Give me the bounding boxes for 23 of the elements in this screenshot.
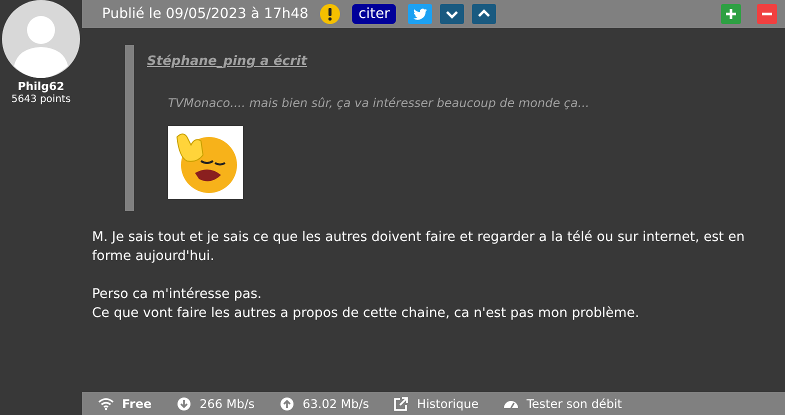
status-label[interactable]: Historique	[417, 394, 479, 412]
chevron-down-icon[interactable]	[440, 4, 464, 24]
status-label[interactable]: 63.02 Mb/s	[302, 394, 370, 412]
warning-icon[interactable]	[320, 4, 340, 24]
quote-author[interactable]: Stéphane_ping a écrit	[147, 45, 605, 72]
status-label: Free	[122, 396, 152, 412]
post-text: Perso ca m'intéresse pas.	[92, 286, 263, 304]
minus-icon[interactable]	[757, 4, 777, 24]
quote-button[interactable]: citer	[352, 4, 396, 24]
status-label[interactable]: 266 Mb/s	[200, 394, 255, 412]
author-name[interactable]: Philg62	[18, 80, 64, 94]
author-points: 5643 points	[11, 94, 71, 106]
publish-date: Publié le 09/05/2023 à 17h48	[102, 4, 308, 24]
post-text: Ce que vont faire les autres a propos de cette chaine, ca n'est pas mon problème.	[92, 305, 640, 323]
avatar-silhouette-icon	[2, 0, 80, 78]
status-label[interactable]: Tester son débit	[526, 394, 622, 412]
quote-text: TVMonaco.... mais bien sûr, ça va intéresser beaucoup de monde ça...	[168, 94, 590, 112]
external-link-icon	[393, 396, 410, 412]
post-text: M. Je sais tout et je sais ce que les autres doivent faire et regarder a la télé ou sur internet, est en forme aujourd'hui.	[92, 229, 746, 266]
wifi-icon	[98, 396, 114, 412]
plus-icon[interactable]	[721, 4, 741, 24]
chevron-up-icon[interactable]	[472, 4, 496, 24]
twitter-bird-icon[interactable]	[408, 4, 432, 24]
